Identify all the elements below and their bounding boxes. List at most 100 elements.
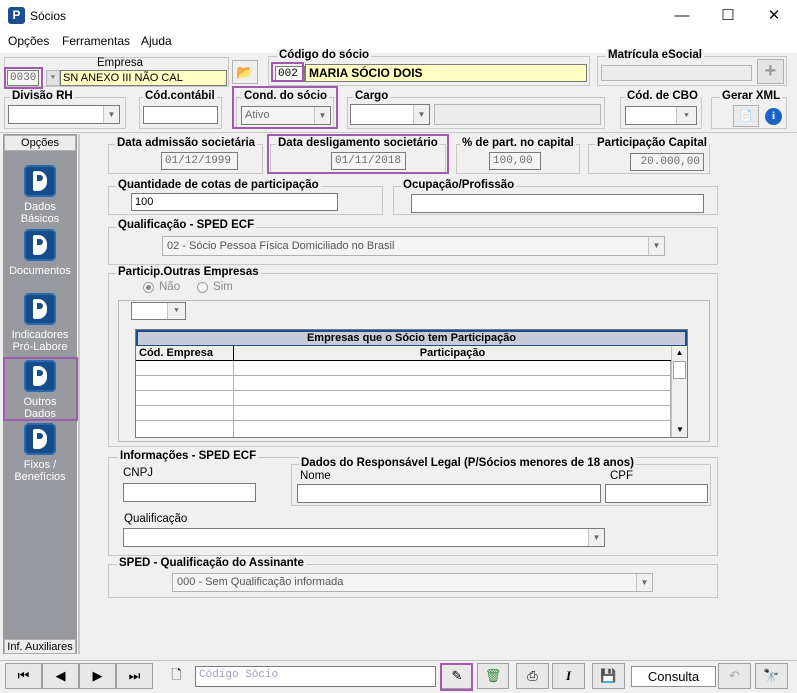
radio-nao[interactable] (143, 282, 154, 293)
chevron-down-icon[interactable]: ▼ (103, 106, 119, 123)
cargo-select[interactable]: ▼ (350, 104, 430, 125)
menu-ajuda[interactable]: Ajuda (141, 34, 172, 48)
grid-cell[interactable] (136, 376, 234, 391)
sidebar-item-documentos[interactable]: Documentos (3, 229, 77, 277)
lookup-arrow-icon[interactable]: ⯆ (676, 107, 696, 124)
empresa-name-field[interactable]: SN ANEXO III NÃO CAL (60, 70, 227, 86)
sidebar-item-label: Documentos (9, 265, 71, 277)
sidebar-footer[interactable]: Inf. Auxiliares (4, 639, 76, 654)
grid-title: Empresas que o Sócio tem Participação (138, 332, 685, 345)
outras-code-field[interactable]: ⯆ (131, 302, 186, 320)
info-label: Informações - SPED ECF (118, 450, 259, 462)
capital-field[interactable]: 20.000,00 (630, 153, 704, 171)
radio-sim[interactable] (197, 282, 208, 293)
open-folder-icon[interactable]: 📂 (232, 60, 258, 84)
grid-cell[interactable] (234, 361, 671, 376)
menu-opcoes[interactable]: Opções (8, 34, 49, 48)
trash-icon[interactable]: 🗑 (477, 663, 509, 689)
chevron-down-icon[interactable]: ▼ (648, 237, 664, 255)
part-field[interactable]: 100,00 (489, 152, 541, 170)
assinante-select[interactable]: 000 - Sem Qualificação informada ▼ (172, 573, 653, 592)
chevron-down-icon[interactable]: ▼ (413, 105, 429, 124)
ocupacao-field[interactable] (411, 194, 704, 213)
cotas-label: Quantidade de cotas de participação (116, 179, 321, 191)
grid-cell[interactable] (234, 376, 671, 391)
cotas-field[interactable]: 100 (131, 193, 338, 211)
cbo-label: Cód. de CBO (625, 90, 700, 102)
nome-label: Nome (300, 470, 331, 482)
scroll-thumb[interactable] (673, 361, 686, 379)
radio-sim-label: Sim (213, 281, 233, 293)
cond-value: Ativo (245, 109, 270, 121)
assinante-value: 000 - Sem Qualificação informada (177, 576, 344, 588)
sidebar-item-dados-basicos[interactable]: Dados Básicos (3, 165, 77, 225)
part-label: % de part. no capital (460, 137, 576, 149)
sidebar-splitter[interactable] (78, 134, 80, 654)
info-qualificacao-select[interactable]: ▼ (123, 528, 605, 547)
grid-cell[interactable] (234, 406, 671, 421)
chevron-down-icon[interactable]: ▼ (636, 574, 652, 591)
contabil-label: Cód.contábil (143, 90, 217, 102)
search-codigo-field[interactable]: Código Sócio (195, 666, 436, 687)
p-logo-icon (24, 165, 56, 197)
cargo-label: Cargo (353, 90, 391, 102)
socio-name-field[interactable]: MARIA SÓCIO DOIS (305, 64, 587, 82)
italic-icon[interactable]: I (552, 663, 585, 689)
undo-icon[interactable]: ↶ (718, 663, 751, 689)
contabil-field[interactable] (143, 106, 218, 124)
grid-col-participacao[interactable]: Participação (234, 346, 671, 361)
grid-cell[interactable] (136, 421, 234, 437)
print-icon[interactable]: ⎙ (516, 663, 549, 689)
qualificacao-value: 02 - Sócio Pessoa Física Domiciliado no … (167, 240, 395, 252)
empresa-code-highlight (4, 67, 43, 89)
nome-field[interactable] (297, 484, 601, 503)
add-icon[interactable]: + (757, 59, 784, 84)
grid-cell[interactable] (136, 361, 234, 376)
scroll-up-icon[interactable]: ▲ (672, 346, 687, 360)
menu-ferramentas[interactable]: Ferramentas (62, 34, 130, 48)
qualificacao-label: Qualificação - SPED ECF (116, 219, 257, 231)
chevron-down-icon[interactable]: ▼ (314, 107, 330, 124)
empresa-lookup-button[interactable]: ⯆ (46, 70, 60, 86)
esocial-label: Matrícula eSocial (606, 49, 704, 61)
chevron-down-icon[interactable]: ▼ (588, 529, 604, 546)
lookup-arrow-icon[interactable]: ⯆ (167, 303, 185, 319)
sidebar-item-indicadores[interactable]: Indicadores Pró-Labore (3, 293, 77, 353)
edit-highlight (440, 663, 473, 691)
scroll-down-icon[interactable]: ▼ (672, 423, 688, 437)
info-icon[interactable]: i (765, 108, 782, 125)
sidebar-item-fixos[interactable]: Fixos / Benefícios (3, 423, 77, 483)
cargo-desc-field[interactable] (434, 104, 601, 125)
new-document-icon[interactable]: 🗋 (160, 663, 193, 689)
first-record-icon[interactable]: ⏮ (5, 663, 42, 689)
grid-cell[interactable] (136, 406, 234, 421)
binoculars-icon[interactable]: 🔭 (755, 663, 788, 689)
grid-scrollbar[interactable]: ▲ ▼ (671, 346, 687, 437)
export-xml-icon[interactable]: 📄 (733, 105, 759, 127)
grid-col-codigo[interactable]: Cód. Empresa (136, 346, 234, 361)
app-logo-icon: P (8, 7, 25, 24)
divisao-select[interactable]: ▼ (8, 105, 120, 124)
next-record-icon[interactable]: ▶ (79, 663, 116, 689)
cnpj-field[interactable] (123, 483, 256, 502)
window-title: Sócios (30, 9, 67, 23)
admissao-field[interactable]: 01/12/1999 (161, 152, 238, 170)
close-button[interactable]: ✕ (751, 0, 797, 31)
grid-cell[interactable] (136, 391, 234, 406)
esocial-field[interactable] (601, 65, 752, 81)
qualificacao-select[interactable]: 02 - Sócio Pessoa Física Domiciliado no … (162, 236, 665, 256)
cpf-field[interactable] (605, 484, 708, 503)
save-icon[interactable]: 💾 (592, 663, 625, 689)
minimize-button[interactable]: — (659, 0, 705, 31)
cpf-label: CPF (610, 470, 633, 482)
grid-cell[interactable] (234, 391, 671, 406)
last-record-icon[interactable]: ⏭ (116, 663, 153, 689)
grid-cell[interactable] (234, 421, 671, 437)
desligamento-field[interactable]: 01/11/2018 (331, 152, 406, 170)
cond-select[interactable]: Ativo ▼ (241, 106, 331, 125)
cbo-field[interactable]: ⯆ (625, 106, 697, 125)
maximize-button[interactable]: ☐ (705, 0, 751, 31)
cnpj-label: CNPJ (123, 467, 154, 479)
previous-record-icon[interactable]: ◀ (42, 663, 79, 689)
outras-label: Particip.Outras Empresas (116, 266, 261, 278)
